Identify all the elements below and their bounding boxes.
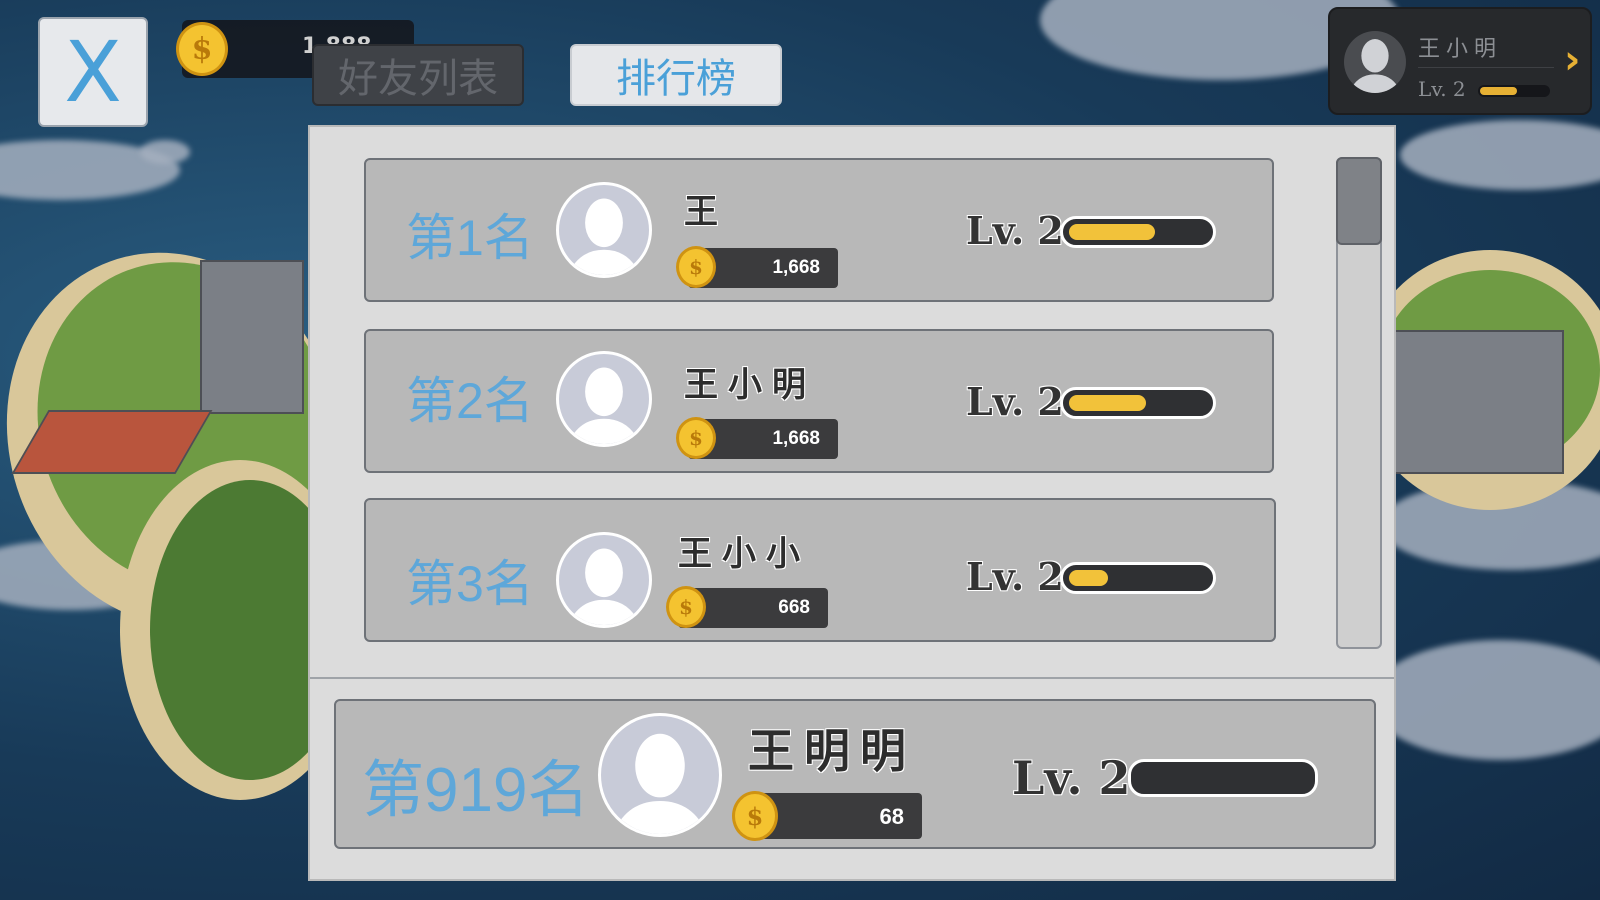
player-name: 王小明 (1418, 37, 1503, 62)
divider (1418, 67, 1554, 68)
xp-fill (1069, 224, 1155, 240)
xp-bar (1060, 562, 1216, 594)
coin-icon: $ (666, 586, 706, 628)
rank-label: 第919名 (362, 756, 590, 825)
leaderboard-row[interactable]: 第2名 王小明 $ 1,668 Lv. 2 (364, 329, 1274, 473)
building (200, 260, 304, 414)
avatar-silhouette-icon (1348, 39, 1402, 93)
rank-label: 第1名 (406, 210, 534, 266)
player-name: 王明明 (748, 724, 916, 778)
avatar-silhouette-icon (568, 198, 640, 275)
cloud (1370, 640, 1600, 760)
avatar (598, 713, 722, 837)
coin-count: $ 68 (732, 791, 922, 841)
coin-count: $ 1,668 (676, 417, 838, 459)
level-label: Lv. 2 (966, 208, 1064, 253)
rank-label: 第2名 (406, 373, 534, 429)
avatar (556, 532, 652, 628)
close-label: X (64, 23, 122, 121)
coin-count: $ 668 (666, 586, 828, 628)
coin-value: 668 (778, 597, 810, 618)
tab-friends-list[interactable]: 好友列表 (312, 44, 524, 106)
rank-label: 第3名 (406, 556, 534, 612)
player-name: 王小小 (678, 534, 810, 574)
close-button[interactable]: X (38, 17, 148, 127)
avatar (556, 182, 652, 278)
avatar (556, 351, 652, 447)
player-level: Lv. 2 (1418, 77, 1466, 101)
level-label: Lv. 2 (966, 554, 1064, 599)
coin-icon: $ (732, 791, 778, 841)
xp-bar (1128, 759, 1318, 797)
coin-count: $ 1,668 (676, 246, 838, 288)
leaderboard-panel: 第1名 王 $ 1,668 Lv. 2 第2名 王小明 $ 1,668 Lv. … (308, 125, 1396, 881)
chevron-right-icon[interactable]: › (1564, 37, 1580, 83)
avatar-silhouette-icon (612, 733, 708, 834)
stadium (1380, 330, 1564, 474)
xp-fill (1480, 87, 1517, 95)
xp-fill (1069, 570, 1108, 586)
xp-bar (1060, 216, 1216, 248)
player-xp-bar (1478, 85, 1550, 97)
player-profile-card[interactable]: 王小明 Lv. 2 › (1328, 7, 1592, 115)
tab-label: 排行榜 (616, 56, 736, 102)
cloud (1400, 120, 1600, 190)
leaderboard-row[interactable]: 第3名 王小小 $ 668 Lv. 2 (364, 498, 1276, 642)
player-name: 王 (684, 192, 728, 232)
coin-value: 68 (879, 804, 904, 829)
level-label: Lv. 2 (1012, 751, 1131, 805)
xp-bar (1060, 387, 1216, 419)
coin-icon: $ (676, 417, 716, 459)
leaderboard-row[interactable]: 第1名 王 $ 1,668 Lv. 2 (364, 158, 1274, 302)
level-label: Lv. 2 (966, 379, 1064, 424)
coin-icon: $ (176, 22, 228, 76)
tab-leaderboard[interactable]: 排行榜 (570, 44, 782, 106)
my-rank-row[interactable]: 第919名 王明明 $ 68 Lv. 2 (334, 699, 1376, 849)
avatar (1344, 31, 1406, 93)
cloud (140, 140, 190, 164)
coin-value: 1,668 (772, 257, 820, 278)
divider (310, 677, 1394, 679)
player-name: 王小明 (684, 365, 816, 405)
avatar-silhouette-icon (568, 367, 640, 444)
xp-fill (1069, 395, 1146, 411)
coin-icon: $ (676, 246, 716, 288)
scrollbar-thumb[interactable] (1336, 157, 1382, 245)
avatar-silhouette-icon (568, 548, 640, 625)
tab-label: 好友列表 (338, 56, 498, 102)
coin-value: 1,668 (772, 428, 820, 449)
